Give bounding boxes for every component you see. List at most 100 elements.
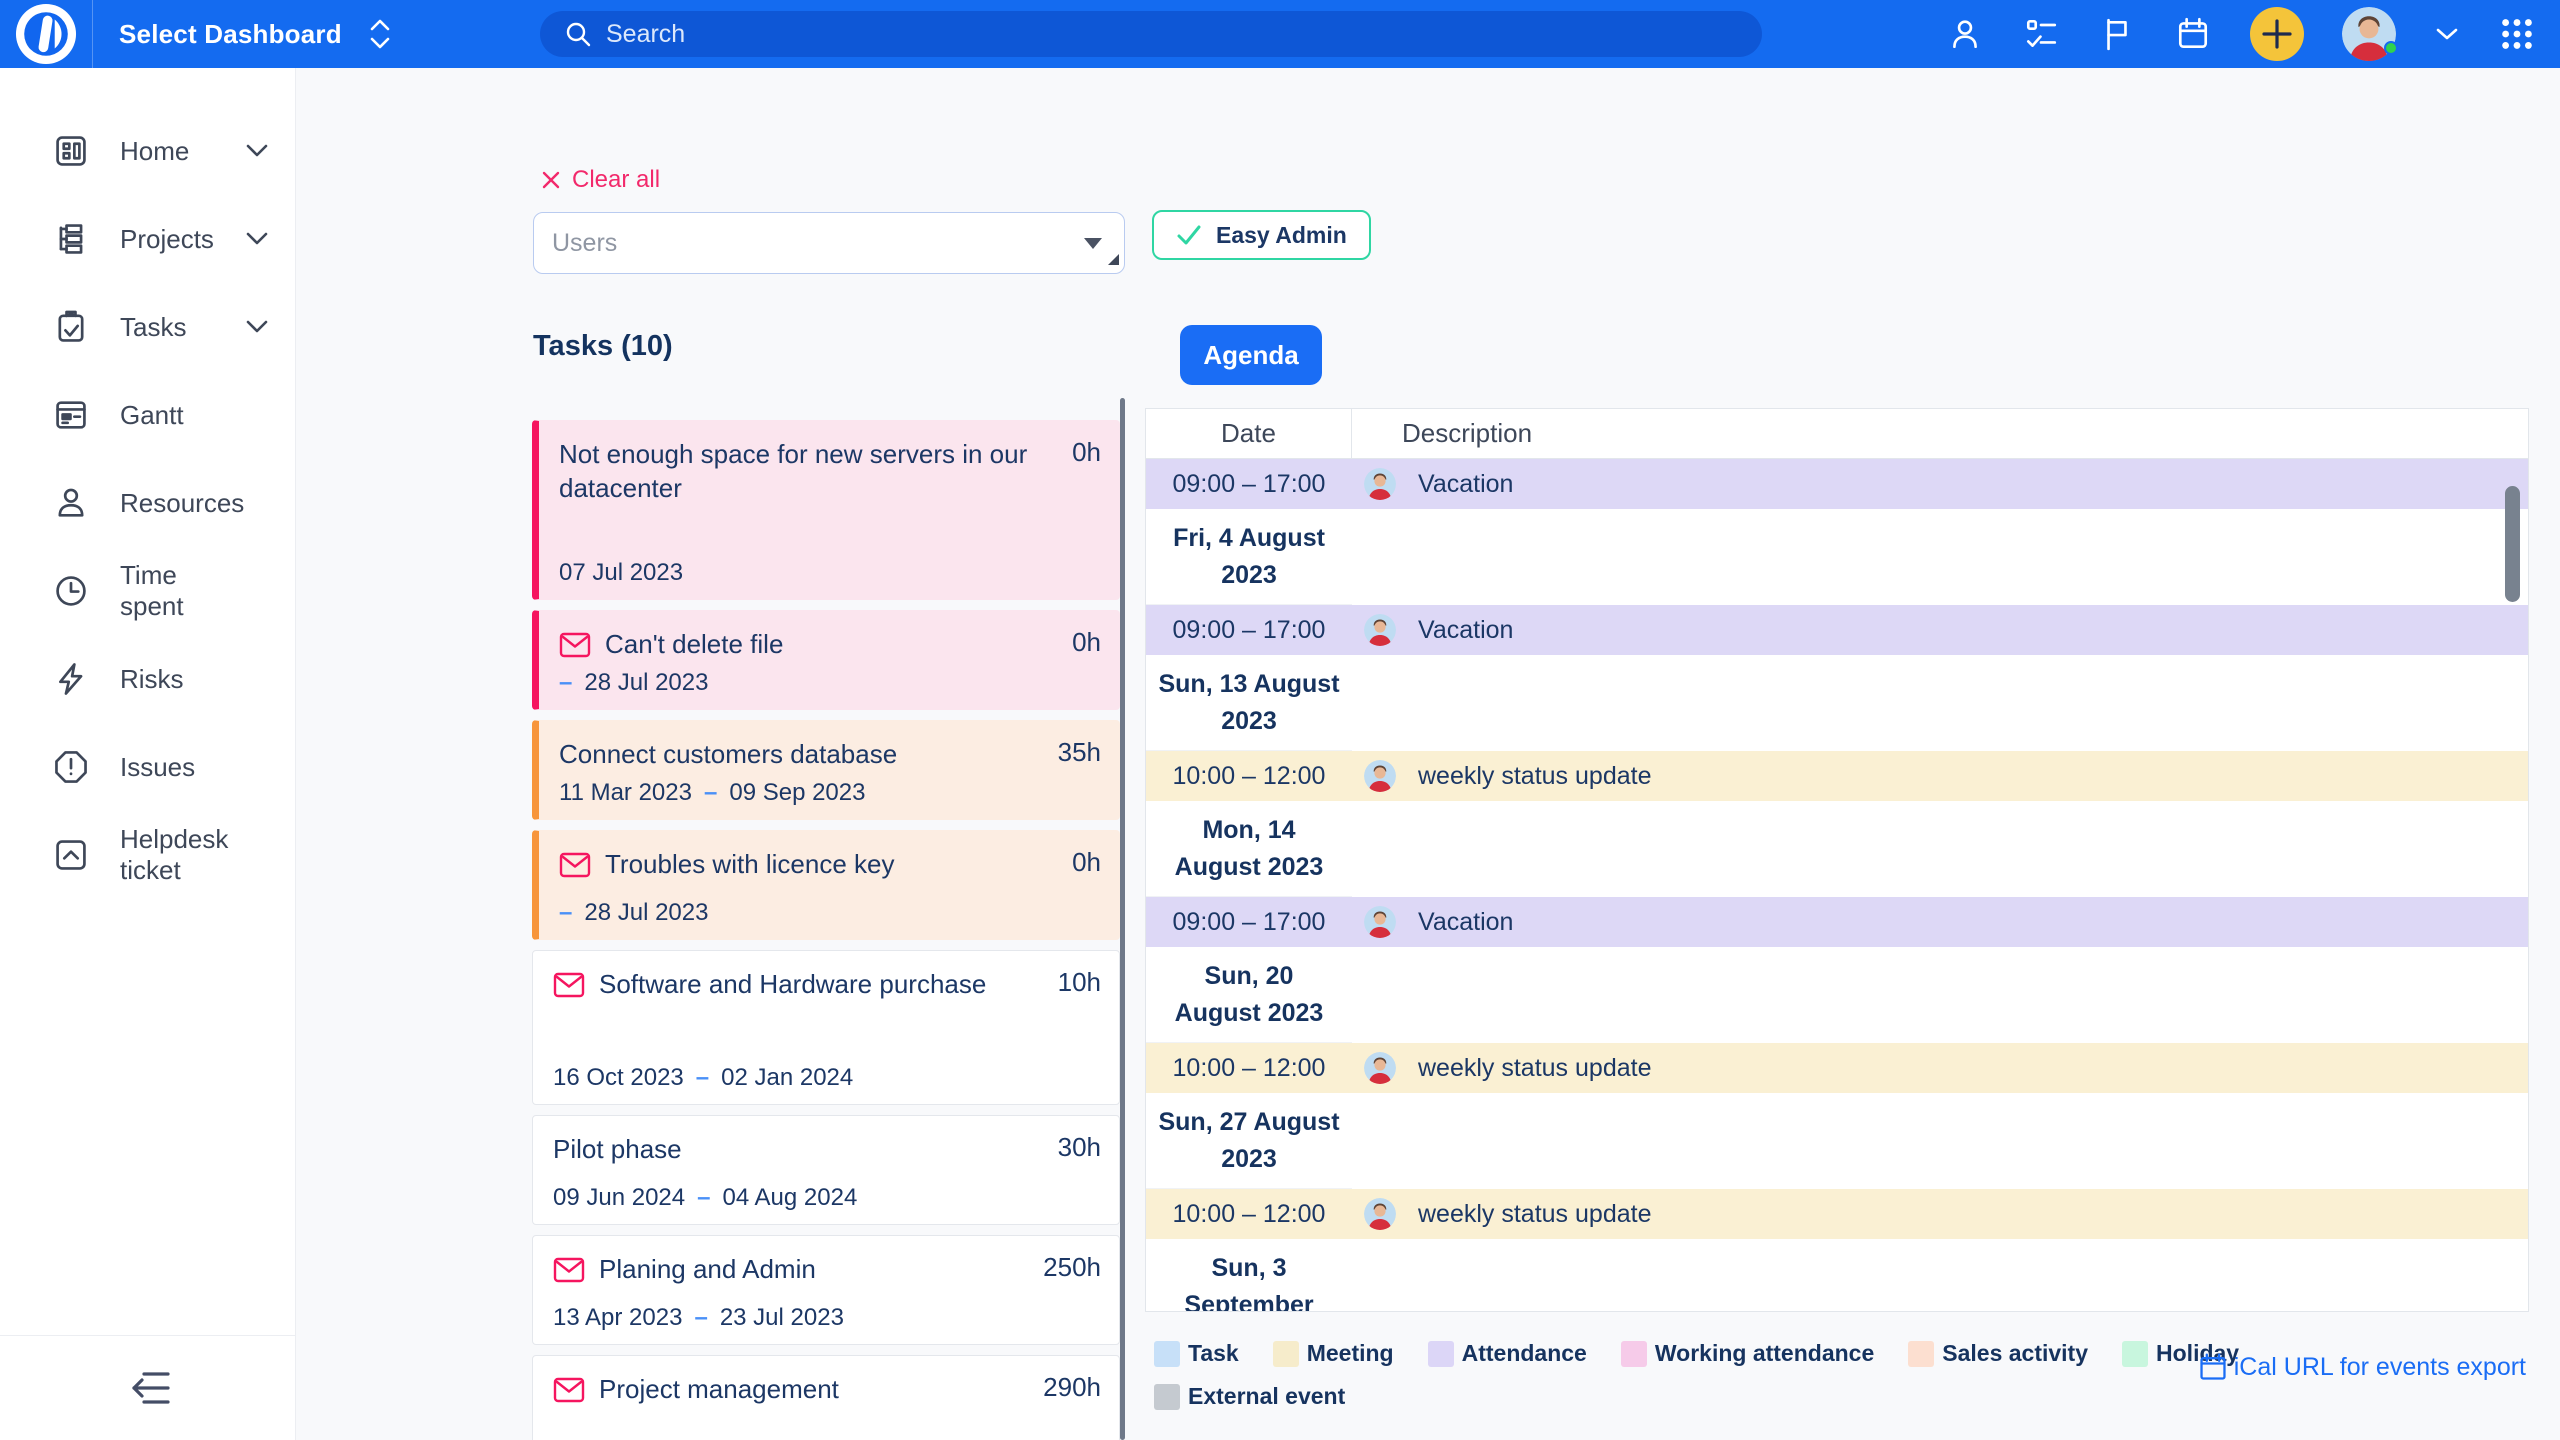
task-card-top: Connect customers database 35h [559,737,1101,771]
users-filter-select[interactable]: Users [533,212,1125,274]
task-dates: –28 Jul 2023 [559,899,708,927]
agenda-rows: 09:00 – 17:00 Vacation Fri, 4 August 202… [1146,459,2528,1312]
task-title: Pilot phase [553,1132,682,1166]
task-card-top: Can't delete file 0h [559,627,1101,661]
sidebar: Home Projects Tasks Gantt Resources Time… [0,68,296,1440]
legend-item: Task [1154,1340,1239,1367]
sidebar-item-helpdesk-ticket[interactable]: Helpdesk ticket [0,820,295,890]
collapse-sidebar-icon[interactable] [120,1366,176,1410]
legend-item: External event [1154,1383,1345,1410]
legend-swatch [1428,1341,1454,1367]
agenda-event-row[interactable]: 10:00 – 12:00 weekly status update [1146,1189,2528,1239]
date-line-1: Fri, 4 August [1173,520,1325,556]
task-card-top: Troubles with licence key 0h [559,847,1101,881]
envelope-icon [553,972,585,998]
ical-export-label: iCal URL for events export [2234,1353,2526,1382]
avatar-chevron-down-icon[interactable] [2434,15,2460,53]
date-line-2: 2023 [1221,703,1277,739]
event-time: 09:00 – 17:00 [1146,908,1352,937]
task-hours: 0h [1072,437,1101,468]
easy-admin-filter-chip[interactable]: Easy Admin [1152,210,1371,260]
sidebar-item-gantt[interactable]: Gantt [0,380,295,450]
checklist-icon[interactable] [2022,15,2060,53]
app-logo[interactable] [0,3,92,65]
task-card[interactable]: Software and Hardware purchase 10h 16 Oc… [532,950,1120,1105]
topbar-actions [1946,0,2536,68]
column-header-date: Date [1146,409,1352,458]
task-card-bottom: 09 Jun 2024–04 Aug 2024 [553,1180,1101,1212]
task-card-top: Planing and Admin 250h [553,1252,1101,1286]
task-card[interactable]: Connect customers database 35h 11 Mar 20… [532,720,1120,820]
task-card-top: Project management 290h [553,1372,1101,1406]
task-card[interactable]: Pilot phase 30h 09 Jun 2024–04 Aug 2024 [532,1115,1120,1225]
agenda-scrollbar-thumb[interactable] [2505,486,2520,602]
sidebar-item-issues[interactable]: Issues [0,732,295,802]
clear-all-button[interactable]: Clear all [540,166,660,194]
legend-item: Attendance [1428,1340,1587,1367]
agenda-event-row[interactable]: 09:00 – 17:00 Vacation [1146,459,2528,509]
agenda-button[interactable]: Agenda [1180,325,1322,385]
envelope-icon [553,1377,585,1403]
chevron-down-icon [245,671,269,687]
envelope-icon [559,852,591,878]
agenda-event-row[interactable]: 09:00 – 17:00 Vacation [1146,897,2528,947]
sidebar-item-time-spent[interactable]: Time spent [0,556,295,626]
task-card[interactable]: Planing and Admin 250h 13 Apr 2023–23 Ju… [532,1235,1120,1345]
task-dates: 16 Oct 2023–02 Jan 2024 [553,1064,853,1092]
agenda-table: Date Description 09:00 – 17:00 Vacation … [1145,408,2529,1312]
apps-grid-icon[interactable] [2498,15,2536,53]
topbar-divider [92,0,93,68]
easy-admin-label: Easy Admin [1216,222,1347,249]
resources-icon [52,484,90,522]
user-avatar[interactable] [2342,7,2396,61]
envelope-icon [553,1257,585,1283]
assignee-avatar [1069,665,1101,697]
date-line-1: Sun, 20 [1205,958,1294,994]
event-time: 10:00 – 12:00 [1146,1054,1352,1083]
agenda-event-row[interactable]: 09:00 – 17:00 Vacation [1146,605,2528,655]
online-status-dot [2384,41,2398,55]
task-card[interactable]: Project management 290h 19 Sep 2023–01 N… [532,1355,1120,1440]
agenda-event-row[interactable]: 10:00 – 12:00 weekly status update [1146,1043,2528,1093]
task-title-wrap: Not enough space for new servers in our … [559,437,1072,506]
task-card[interactable]: Not enough space for new servers in our … [532,420,1120,600]
sidebar-item-projects[interactable]: Projects [0,204,295,274]
task-hours: 10h [1058,967,1101,998]
home-icon [52,132,90,170]
task-dates: 11 Mar 2023–09 Sep 2023 [559,779,865,807]
legend-swatch [1154,1384,1180,1410]
check-icon [1176,223,1202,247]
assignee-avatar [1069,1180,1101,1212]
date-line-1: Sun, 27 August [1158,1104,1339,1140]
agenda-event-row[interactable]: 10:00 – 12:00 weekly status update [1146,751,2528,801]
legend-item: Sales activity [1908,1340,2088,1367]
event-description: Vacation [1418,616,1513,645]
task-card[interactable]: Can't delete file 0h –28 Jul 2023 [532,610,1120,710]
add-button[interactable] [2250,7,2304,61]
search-input[interactable] [606,20,1606,49]
sidebar-item-risks[interactable]: Risks [0,644,295,714]
ical-export-link[interactable]: iCal URL for events export [2198,1352,2526,1382]
flag-icon[interactable] [2098,15,2136,53]
event-description: weekly status update [1418,1200,1651,1229]
date-line-1: Mon, 14 [1202,812,1295,848]
event-avatar [1364,906,1396,938]
task-hours: 290h [1043,1372,1101,1403]
global-search[interactable] [540,11,1762,57]
sidebar-nav: Home Projects Tasks Gantt Resources Time… [0,68,295,890]
task-card[interactable]: Troubles with licence key 0h –28 Jul 202… [532,830,1120,940]
dashboard-selector[interactable]: Select Dashboard [119,17,392,51]
legend-swatch [2122,1341,2148,1367]
task-hours: 35h [1058,737,1101,768]
user-icon[interactable] [1946,15,1984,53]
task-list: Not enough space for new servers in our … [532,420,1120,1440]
sidebar-item-home[interactable]: Home [0,116,295,186]
sidebar-item-tasks[interactable]: Tasks [0,292,295,362]
task-title-wrap: Planing and Admin [553,1252,1043,1286]
sidebar-item-resources[interactable]: Resources [0,468,295,538]
calendar-icon[interactable] [2174,15,2212,53]
gantt-icon [52,396,90,434]
panel-splitter-scrollbar[interactable] [1120,398,1125,1440]
chevron-down-icon [245,583,269,599]
task-card-bottom: –28 Jul 2023 [559,665,1101,697]
